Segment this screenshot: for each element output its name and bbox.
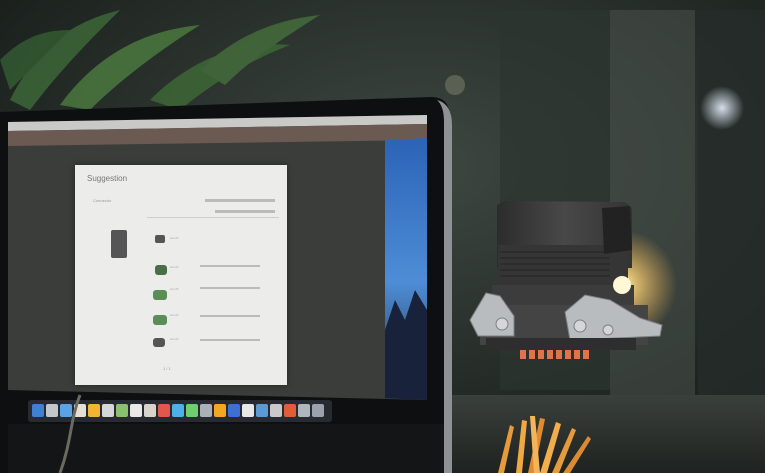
bokeh-light-small (445, 75, 465, 95)
list-item (153, 338, 165, 347)
list-item (153, 290, 167, 300)
window-title: Suggestion (87, 174, 128, 183)
list-item-label: Han B (170, 313, 179, 317)
monitor-chin (8, 424, 444, 473)
list-item (155, 235, 165, 243)
bokeh-light (700, 86, 744, 130)
list-item (153, 315, 167, 325)
list-item (155, 265, 167, 275)
pagination: 1 / 1 (163, 366, 171, 371)
monitor-app-window: Suggestion Connector Han B Han B Han B H… (75, 165, 287, 385)
section-label: Connector (93, 198, 112, 203)
list-item-label: Han B (170, 287, 179, 291)
desk (440, 395, 765, 473)
list-item-label: Han B (170, 236, 179, 240)
list-item-label: Han B (170, 265, 179, 269)
light-source (613, 276, 631, 294)
product-thumbnail (111, 230, 127, 258)
list-item-label: Han B (170, 337, 179, 341)
